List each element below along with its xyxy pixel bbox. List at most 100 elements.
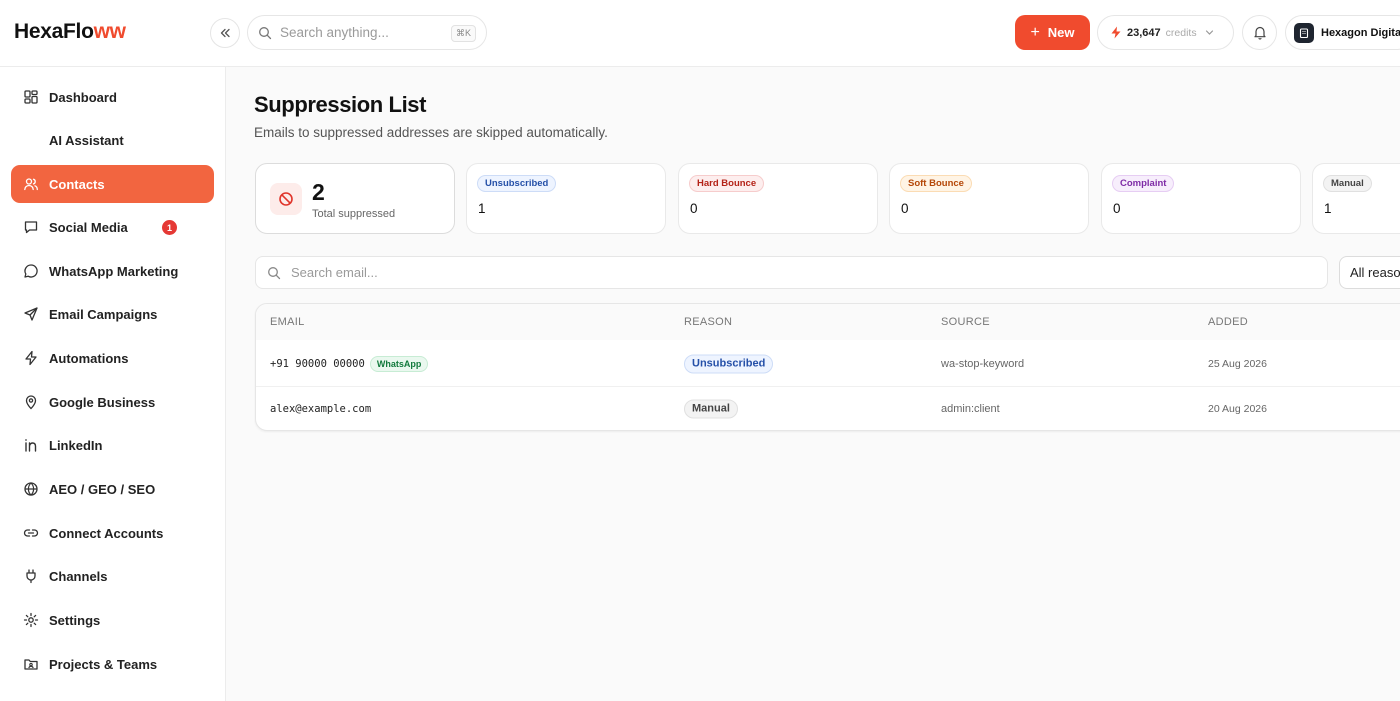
stat-card-manual[interactable]: Manual 1 — [1312, 163, 1400, 234]
column-header-email[interactable]: EMAIL — [270, 316, 305, 328]
total-suppressed-value: 2 — [312, 179, 325, 205]
global-search-input[interactable]: Search anything... — [280, 25, 389, 40]
dashboard-icon — [22, 88, 40, 106]
stat-value: 1 — [478, 201, 486, 216]
workspace-avatar — [1294, 22, 1314, 43]
sidebar-item-automations[interactable]: Automations — [11, 339, 214, 377]
lightning-icon — [22, 349, 40, 367]
reason-pill: Manual — [1323, 175, 1372, 192]
reason-pill: Unsubscribed — [477, 175, 557, 192]
column-header-added[interactable]: ADDED — [1208, 316, 1248, 328]
sidebar-item-channels[interactable]: Channels — [11, 557, 214, 595]
sidebar-item-label: Email Campaigns — [49, 306, 158, 322]
total-suppressed-card: 2 Total suppressed — [255, 163, 455, 234]
plug-icon — [22, 567, 40, 585]
sidebar-item-label: Projects & Teams — [49, 656, 158, 672]
chevrons-left-icon — [220, 28, 230, 38]
gear-icon — [22, 611, 40, 629]
credits-label: credits — [1165, 26, 1197, 39]
sidebar-item-settings[interactable]: Settings — [11, 601, 214, 639]
new-button[interactable]: + New — [1015, 15, 1090, 50]
sidebar: Dashboard AI Assistant Contacts Social M… — [0, 67, 226, 701]
total-suppressed-label: Total suppressed — [312, 208, 396, 220]
sidebar-item-label: AI Assistant — [49, 132, 124, 148]
top-bar: HexaFloww Search anything... ⌘K + New 23… — [0, 0, 1400, 67]
collapse-sidebar-button[interactable] — [210, 18, 240, 48]
email-search-input[interactable]: Search email... — [291, 265, 378, 280]
sidebar-item-google-business[interactable]: Google Business — [11, 383, 214, 421]
reason-filter-select[interactable]: All reasons — [1339, 256, 1400, 289]
sidebar-item-social-media[interactable]: Social Media 1 — [11, 208, 214, 246]
search-icon — [268, 266, 281, 279]
sidebar-item-linkedin[interactable]: LinkedIn — [11, 426, 214, 464]
sidebar-item-aeo-geo-seo[interactable]: AEO / GEO / SEO — [11, 470, 214, 508]
added-cell: 20 Aug 2026 — [1208, 403, 1267, 415]
reason-pill: Soft Bounce — [900, 175, 972, 192]
bolt-icon — [1111, 26, 1121, 39]
email-cell: +91 90000 00000 WhatsApp — [270, 355, 429, 372]
folder-users-icon — [22, 655, 40, 673]
sidebar-item-label: Google Business — [49, 394, 156, 410]
brand-logo[interactable]: HexaFloww — [14, 20, 126, 44]
plus-icon: + — [1030, 23, 1040, 41]
bell-icon — [1253, 26, 1266, 40]
page-title: Suppression List — [254, 92, 427, 117]
suppression-table: EMAIL REASON SOURCE ADDED +91 90000 0000… — [255, 303, 1400, 431]
sidebar-item-whatsapp-marketing[interactable]: WhatsApp Marketing — [11, 252, 214, 290]
source-cell: wa-stop-keyword — [941, 357, 1025, 370]
sidebar-item-label: Social Media — [49, 219, 128, 235]
workspace-name: Hexagon Digital — [1321, 26, 1400, 39]
sidebar-item-label: LinkedIn — [49, 437, 103, 453]
credits-dropdown[interactable]: 23,647 credits — [1097, 15, 1234, 50]
stat-card-soft-bounce[interactable]: Soft Bounce 0 — [889, 163, 1089, 234]
globe-icon — [22, 480, 40, 498]
global-search[interactable]: Search anything... ⌘K — [247, 15, 487, 50]
stat-value: 1 — [1324, 201, 1332, 216]
reason-pill: Hard Bounce — [689, 175, 765, 192]
notification-badge: 1 — [162, 220, 177, 235]
column-header-reason[interactable]: REASON — [684, 316, 732, 328]
sidebar-item-label: AEO / GEO / SEO — [49, 481, 156, 497]
sidebar-item-label: Dashboard — [49, 89, 117, 105]
link-icon — [22, 524, 40, 542]
sidebar-item-label: Channels — [49, 568, 108, 584]
table-row[interactable]: alex@example.com Manual admin:client 20 … — [256, 386, 1400, 430]
email-cell: alex@example.com — [270, 403, 372, 415]
source-cell: admin:client — [941, 403, 1000, 415]
search-icon — [259, 26, 272, 39]
send-icon — [22, 305, 40, 323]
sidebar-item-email-campaigns[interactable]: Email Campaigns — [11, 295, 214, 333]
app-root: HexaFloww Search anything... ⌘K + New 23… — [0, 0, 1400, 701]
building-icon — [1299, 27, 1309, 38]
ban-icon — [270, 183, 302, 215]
sidebar-item-connect-accounts[interactable]: Connect Accounts — [11, 514, 214, 552]
reason-cell: Manual — [684, 399, 738, 419]
stat-card-hard-bounce[interactable]: Hard Bounce 0 — [678, 163, 878, 234]
whatsapp-icon — [22, 262, 40, 280]
sidebar-item-contacts[interactable]: Contacts — [11, 165, 214, 203]
reason-pill: Complaint — [1112, 175, 1175, 192]
sidebar-item-projects-teams[interactable]: Projects & Teams — [11, 645, 214, 683]
page-subtitle: Emails to suppressed addresses are skipp… — [254, 125, 608, 140]
workspace-switcher[interactable]: Hexagon Digital — [1285, 15, 1400, 50]
stat-card-unsubscribed[interactable]: Unsubscribed 1 — [466, 163, 666, 234]
sidebar-item-dashboard[interactable]: Dashboard — [11, 78, 214, 116]
new-button-label: New — [1047, 25, 1075, 40]
notifications-button[interactable] — [1242, 15, 1277, 50]
channel-tag: WhatsApp — [369, 355, 429, 372]
reason-cell: Unsubscribed — [684, 354, 774, 373]
stat-value: 0 — [1113, 201, 1121, 216]
sidebar-item-label: Contacts — [49, 176, 105, 192]
sidebar-item-label: WhatsApp Marketing — [49, 263, 179, 279]
email-search[interactable]: Search email... — [255, 256, 1328, 289]
column-header-source[interactable]: SOURCE — [941, 316, 990, 328]
stat-card-complaint[interactable]: Complaint 0 — [1101, 163, 1301, 234]
stat-value: 0 — [690, 201, 698, 216]
added-cell: 25 Aug 2026 — [1208, 357, 1267, 370]
credits-value: 23,647 — [1127, 26, 1161, 39]
contacts-icon — [22, 175, 40, 193]
sidebar-item-ai-assistant[interactable]: AI Assistant — [11, 121, 214, 159]
social-media-icon — [22, 218, 40, 236]
table-row[interactable]: +91 90000 00000 WhatsApp Unsubscribed wa-… — [256, 341, 1400, 386]
reason-pill: Unsubscribed — [684, 354, 774, 373]
